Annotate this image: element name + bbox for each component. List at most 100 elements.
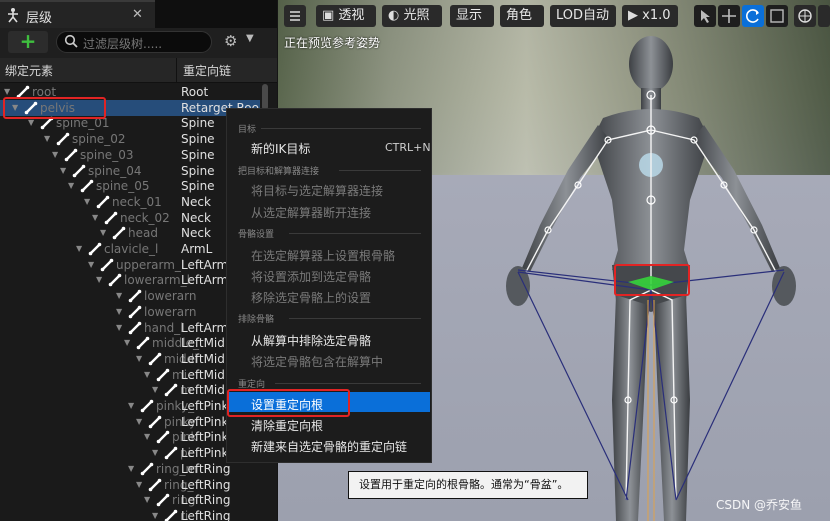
- viewport-toolbar: ▣ 透视 ◐ 光照 显示 角色 LOD自动 ▶ x1.0: [278, 0, 830, 32]
- world-icon[interactable]: [794, 5, 816, 27]
- tree-row[interactable]: ▼ middl LeftMid: [0, 351, 260, 367]
- menu-item-add-settings[interactable]: 将设置添加到选定骨骼: [251, 268, 371, 285]
- tree-row[interactable]: ▼ spine_05 Spine: [0, 178, 260, 194]
- bone-icon: [72, 164, 86, 178]
- expand-arrow-icon[interactable]: ▼: [136, 417, 142, 426]
- expand-arrow-icon[interactable]: ▼: [136, 480, 142, 489]
- expand-arrow-icon[interactable]: ▼: [44, 134, 50, 143]
- menu-item-set-root-bone[interactable]: 在选定解算器上设置根骨骼: [251, 247, 395, 264]
- tree-row[interactable]: ▼ pinky_ LeftPink: [0, 398, 260, 414]
- tree-row[interactable]: ▼ hand_l LeftArm: [0, 320, 260, 336]
- tree-row[interactable]: ▼ upperarm_l LeftArm: [0, 257, 260, 273]
- tree-row[interactable]: ▼ head Neck: [0, 225, 260, 241]
- expand-arrow-icon[interactable]: ▼: [28, 118, 34, 127]
- expand-arrow-icon[interactable]: ▼: [128, 464, 134, 473]
- perspective-button[interactable]: ▣ 透视: [316, 5, 376, 27]
- bone-name: lowerarn: [144, 304, 197, 319]
- bone-name: clavicle_l: [104, 242, 159, 256]
- menu-item-include-bone[interactable]: 将选定骨骼包含在解算中: [251, 353, 383, 370]
- column-chain[interactable]: 重定向链: [183, 62, 231, 79]
- tree-row[interactable]: ▼ pinky LeftPink: [0, 414, 260, 430]
- pelvis-viewport-highlight: [614, 264, 690, 296]
- chain-name: LeftRing: [181, 477, 231, 492]
- expand-arrow-icon[interactable]: ▼: [100, 228, 106, 237]
- tree-row[interactable]: ▼ neck_01 Neck: [0, 194, 260, 210]
- tree-row[interactable]: ▼ lowerarn: [0, 304, 260, 320]
- column-divider[interactable]: [176, 58, 177, 82]
- expand-arrow-icon[interactable]: ▼: [152, 511, 158, 520]
- tree-row[interactable]: ▼ pi LeftPink: [0, 445, 260, 461]
- chain-name: LeftMid: [181, 383, 225, 398]
- expand-arrow-icon[interactable]: ▼: [144, 370, 150, 379]
- gear-icon[interactable]: ⚙: [224, 32, 237, 50]
- expand-arrow-icon[interactable]: ▼: [92, 213, 98, 222]
- search-input[interactable]: 过滤层级树.....: [56, 31, 212, 53]
- expand-arrow-icon[interactable]: ▼: [152, 385, 158, 394]
- move-icon[interactable]: [718, 5, 740, 27]
- more-icon[interactable]: [818, 5, 830, 27]
- menu-divider: [275, 383, 421, 384]
- bone-icon: [156, 430, 170, 444]
- bone-icon: [140, 462, 154, 476]
- tree-row[interactable]: ▼ ring LeftRing: [0, 492, 260, 508]
- close-icon[interactable]: ✕: [132, 7, 143, 22]
- tab-hierarchy[interactable]: 层级 ✕: [0, 0, 155, 28]
- expand-arrow-icon[interactable]: ▼: [136, 354, 142, 363]
- column-header: 绑定元素 重定向链: [0, 58, 277, 83]
- expand-arrow-icon[interactable]: ▼: [124, 338, 130, 347]
- expand-arrow-icon[interactable]: ▼: [76, 244, 82, 253]
- character-button[interactable]: 角色: [500, 5, 544, 27]
- bone-icon: [64, 148, 78, 162]
- rotate-icon[interactable]: [742, 5, 764, 27]
- tree-row[interactable]: ▼ ri LeftRing: [0, 508, 260, 521]
- tree-row[interactable]: ▼ m LeftMid: [0, 382, 260, 398]
- tree-row[interactable]: ▼ spine_02 Spine: [0, 131, 260, 147]
- tree-row[interactable]: ▼ neck_02 Neck: [0, 210, 260, 226]
- expand-arrow-icon[interactable]: ▼: [52, 150, 58, 159]
- chain-name: Spine: [181, 132, 215, 147]
- expand-arrow-icon[interactable]: ▼: [116, 307, 122, 316]
- tree-row[interactable]: ▼ clavicle_l ArmL: [0, 241, 260, 257]
- menu-item-remove-settings[interactable]: 移除选定骨骼上的设置: [251, 289, 371, 306]
- scrollbar[interactable]: [262, 84, 268, 110]
- tree-row[interactable]: ▼ ring_m LeftRing: [0, 461, 260, 477]
- show-button[interactable]: 显示: [450, 5, 494, 27]
- menu-item-new-retarget-chain[interactable]: 新建来自选定骨骼的重定向链: [251, 438, 407, 455]
- lod-button[interactable]: LOD自动: [550, 5, 616, 27]
- column-bone[interactable]: 绑定元素: [5, 62, 53, 79]
- menu-item-new-ik-goal[interactable]: 新的IK目标: [251, 140, 310, 157]
- tree-row[interactable]: ▼ mi LeftMid: [0, 367, 260, 383]
- menu-item-disconnect-solver[interactable]: 从选定解算器断开连接: [251, 204, 371, 221]
- expand-arrow-icon[interactable]: ▼: [84, 197, 90, 206]
- expand-arrow-icon[interactable]: ▼: [116, 291, 122, 300]
- menu-section-target: 目标: [238, 125, 257, 135]
- expand-arrow-icon[interactable]: ▼: [60, 166, 66, 175]
- tab-title: 层级: [26, 11, 53, 26]
- chevron-down-icon[interactable]: ▼: [246, 33, 254, 44]
- tree-row[interactable]: ▼ pink LeftPink: [0, 429, 260, 445]
- scale-icon[interactable]: [766, 5, 788, 27]
- play-speed-button[interactable]: ▶ x1.0: [622, 5, 678, 27]
- lighting-button[interactable]: ◐ 光照: [382, 5, 442, 27]
- tree-row[interactable]: ▼ spine_03 Spine: [0, 147, 260, 163]
- tree-row[interactable]: ▼ lowerarn: [0, 288, 260, 304]
- expand-arrow-icon[interactable]: ▼: [128, 401, 134, 410]
- expand-arrow-icon[interactable]: ▼: [152, 448, 158, 457]
- expand-arrow-icon[interactable]: ▼: [4, 87, 10, 96]
- tree-row[interactable]: ▼ spine_04 Spine: [0, 163, 260, 179]
- select-icon[interactable]: [694, 5, 716, 27]
- menu-icon[interactable]: [284, 5, 306, 27]
- expand-arrow-icon[interactable]: ▼: [88, 260, 94, 269]
- tree-row[interactable]: ▼ lowerarm_l LeftArm: [0, 272, 260, 288]
- menu-item-clear-retarget-root[interactable]: 清除重定向根: [251, 417, 323, 434]
- expand-arrow-icon[interactable]: ▼: [116, 323, 122, 332]
- expand-arrow-icon[interactable]: ▼: [144, 432, 150, 441]
- expand-arrow-icon[interactable]: ▼: [68, 181, 74, 190]
- menu-item-exclude-bone[interactable]: 从解算中排除选定骨骼: [251, 332, 371, 349]
- tree-row[interactable]: ▼ middle_ LeftMid: [0, 335, 260, 351]
- expand-arrow-icon[interactable]: ▼: [144, 495, 150, 504]
- add-button[interactable]: +: [8, 31, 48, 53]
- expand-arrow-icon[interactable]: ▼: [96, 275, 102, 284]
- menu-item-connect-solver[interactable]: 将目标与选定解算器连接: [251, 182, 383, 199]
- tree-row[interactable]: ▼ ring_ LeftRing: [0, 477, 260, 493]
